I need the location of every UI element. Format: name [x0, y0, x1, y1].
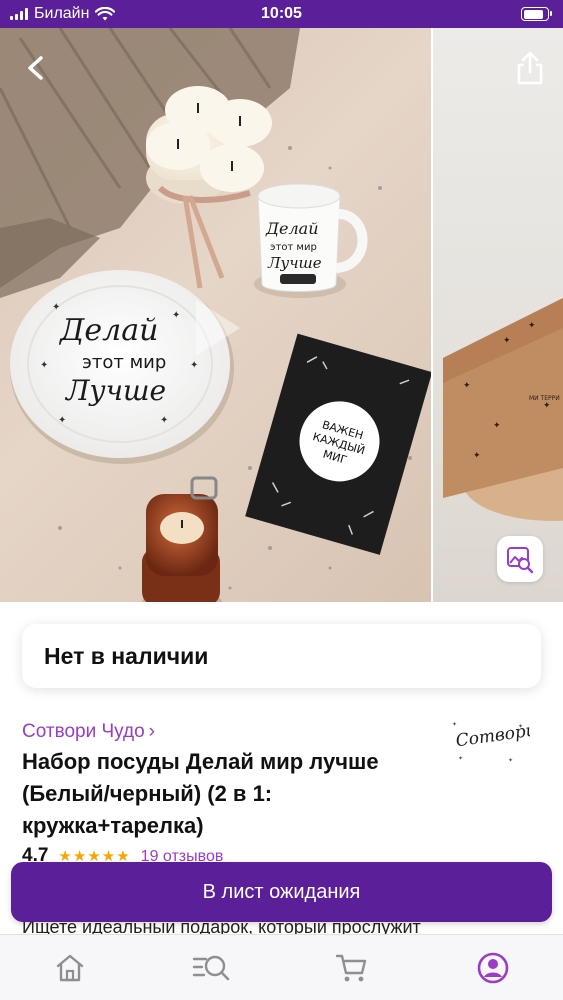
bottom-tab-bar: [0, 934, 563, 1000]
profile-icon: [477, 952, 508, 984]
box-print: МИ ТЕРРИ: [529, 395, 560, 402]
visual-search-button[interactable]: [497, 536, 543, 582]
svg-text:✦: ✦: [493, 421, 501, 431]
chevron-left-icon: [28, 56, 43, 80]
svg-text:✦: ✦: [508, 757, 513, 764]
svg-text:✦: ✦: [458, 755, 463, 762]
plate: Делай этот мир Лучше ✦ ✦ ✦ ✦ ✦ ✦: [10, 270, 234, 464]
svg-text:Делай: Делай: [265, 219, 319, 238]
svg-text:✦: ✦: [52, 302, 60, 313]
postcard: ВАЖЕН КАЖДЫЙ МИГ: [245, 333, 431, 555]
brand-link[interactable]: Сотвори Чудо ›: [22, 721, 155, 743]
tab-profile[interactable]: [463, 951, 523, 987]
svg-text:✦: ✦: [172, 310, 180, 321]
battery-level: [523, 9, 544, 19]
signal-icon: [10, 8, 28, 20]
tab-cart[interactable]: [322, 951, 382, 987]
product-photo-illustration: Делай этот мир Лучше ✦ ✦ ✦ ✦ ✦ ✦ Делай этот …: [0, 28, 431, 602]
svg-text:Делай: Делай: [58, 313, 158, 348]
candles: [146, 86, 272, 289]
svg-text:этот мир: этот мир: [82, 352, 166, 373]
svg-text:✦: ✦: [503, 336, 511, 346]
brand-logo-text: Сотвори Чудо!: [455, 714, 530, 751]
svg-text:✦: ✦: [452, 721, 457, 728]
svg-text:✦: ✦: [543, 401, 551, 411]
carrier-label: Билайн: [34, 5, 90, 22]
svg-text:✦: ✦: [40, 360, 48, 371]
status-left: Билайн: [10, 5, 116, 23]
home-icon: [57, 954, 84, 982]
tab-catalog[interactable]: [181, 951, 241, 987]
share-button[interactable]: [513, 50, 547, 86]
product-photo-next-illustration: ✦ ✦ ✦ ✦ ✦ ✦ МИ ТЕРРИ: [443, 298, 563, 521]
cart-icon: [335, 954, 367, 982]
svg-text:✦: ✦: [190, 360, 198, 371]
jar-candle: [142, 476, 222, 602]
svg-text:этот мир: этот мир: [270, 242, 317, 253]
svg-text:Лучше: Лучше: [64, 374, 166, 407]
share-icon: [517, 51, 543, 85]
brand-logo[interactable]: Сотвори Чудо! ✦ ✦ ✦ ✦: [448, 712, 563, 770]
mug: Делай этот мир Лучше: [254, 183, 368, 298]
brand-name: Сотвори Чудо: [22, 721, 145, 742]
chevron-right-icon: ›: [148, 721, 155, 742]
svg-text:✦: ✦: [463, 381, 471, 391]
product-photo-main[interactable]: Делай этот мир Лучше ✦ ✦ ✦ ✦ ✦ ✦ Делай этот …: [0, 28, 431, 602]
svg-text:✦: ✦: [528, 321, 536, 331]
wifi-icon: [95, 6, 116, 20]
product-title: Набор посуды Делай мир лучше (Белый/черн…: [22, 749, 379, 838]
brand-logo-image: Сотвори Чудо! ✦ ✦ ✦ ✦: [452, 712, 563, 764]
availability-card: Нет в наличии: [22, 624, 541, 688]
svg-text:✦: ✦: [473, 451, 481, 461]
status-bar: Билайн 10:05: [0, 0, 563, 28]
svg-text:✦: ✦: [518, 723, 523, 730]
product-gallery[interactable]: Делай этот мир Лучше ✦ ✦ ✦ ✦ ✦ ✦ Делай этот …: [0, 28, 563, 602]
waitlist-button[interactable]: В лист ожидания: [11, 862, 552, 922]
battery-icon: [521, 7, 552, 21]
image-search-icon: [507, 547, 534, 574]
tab-home[interactable]: [40, 951, 100, 987]
svg-text:Лучше: Лучше: [267, 254, 322, 272]
product-photo-next[interactable]: ✦ ✦ ✦ ✦ ✦ ✦ МИ ТЕРРИ: [433, 28, 563, 602]
catalog-search-icon: [192, 955, 230, 981]
availability-label: Нет в наличии: [44, 642, 209, 669]
back-button[interactable]: [18, 50, 54, 86]
svg-text:✦: ✦: [160, 415, 168, 426]
svg-text:✦: ✦: [58, 415, 66, 426]
